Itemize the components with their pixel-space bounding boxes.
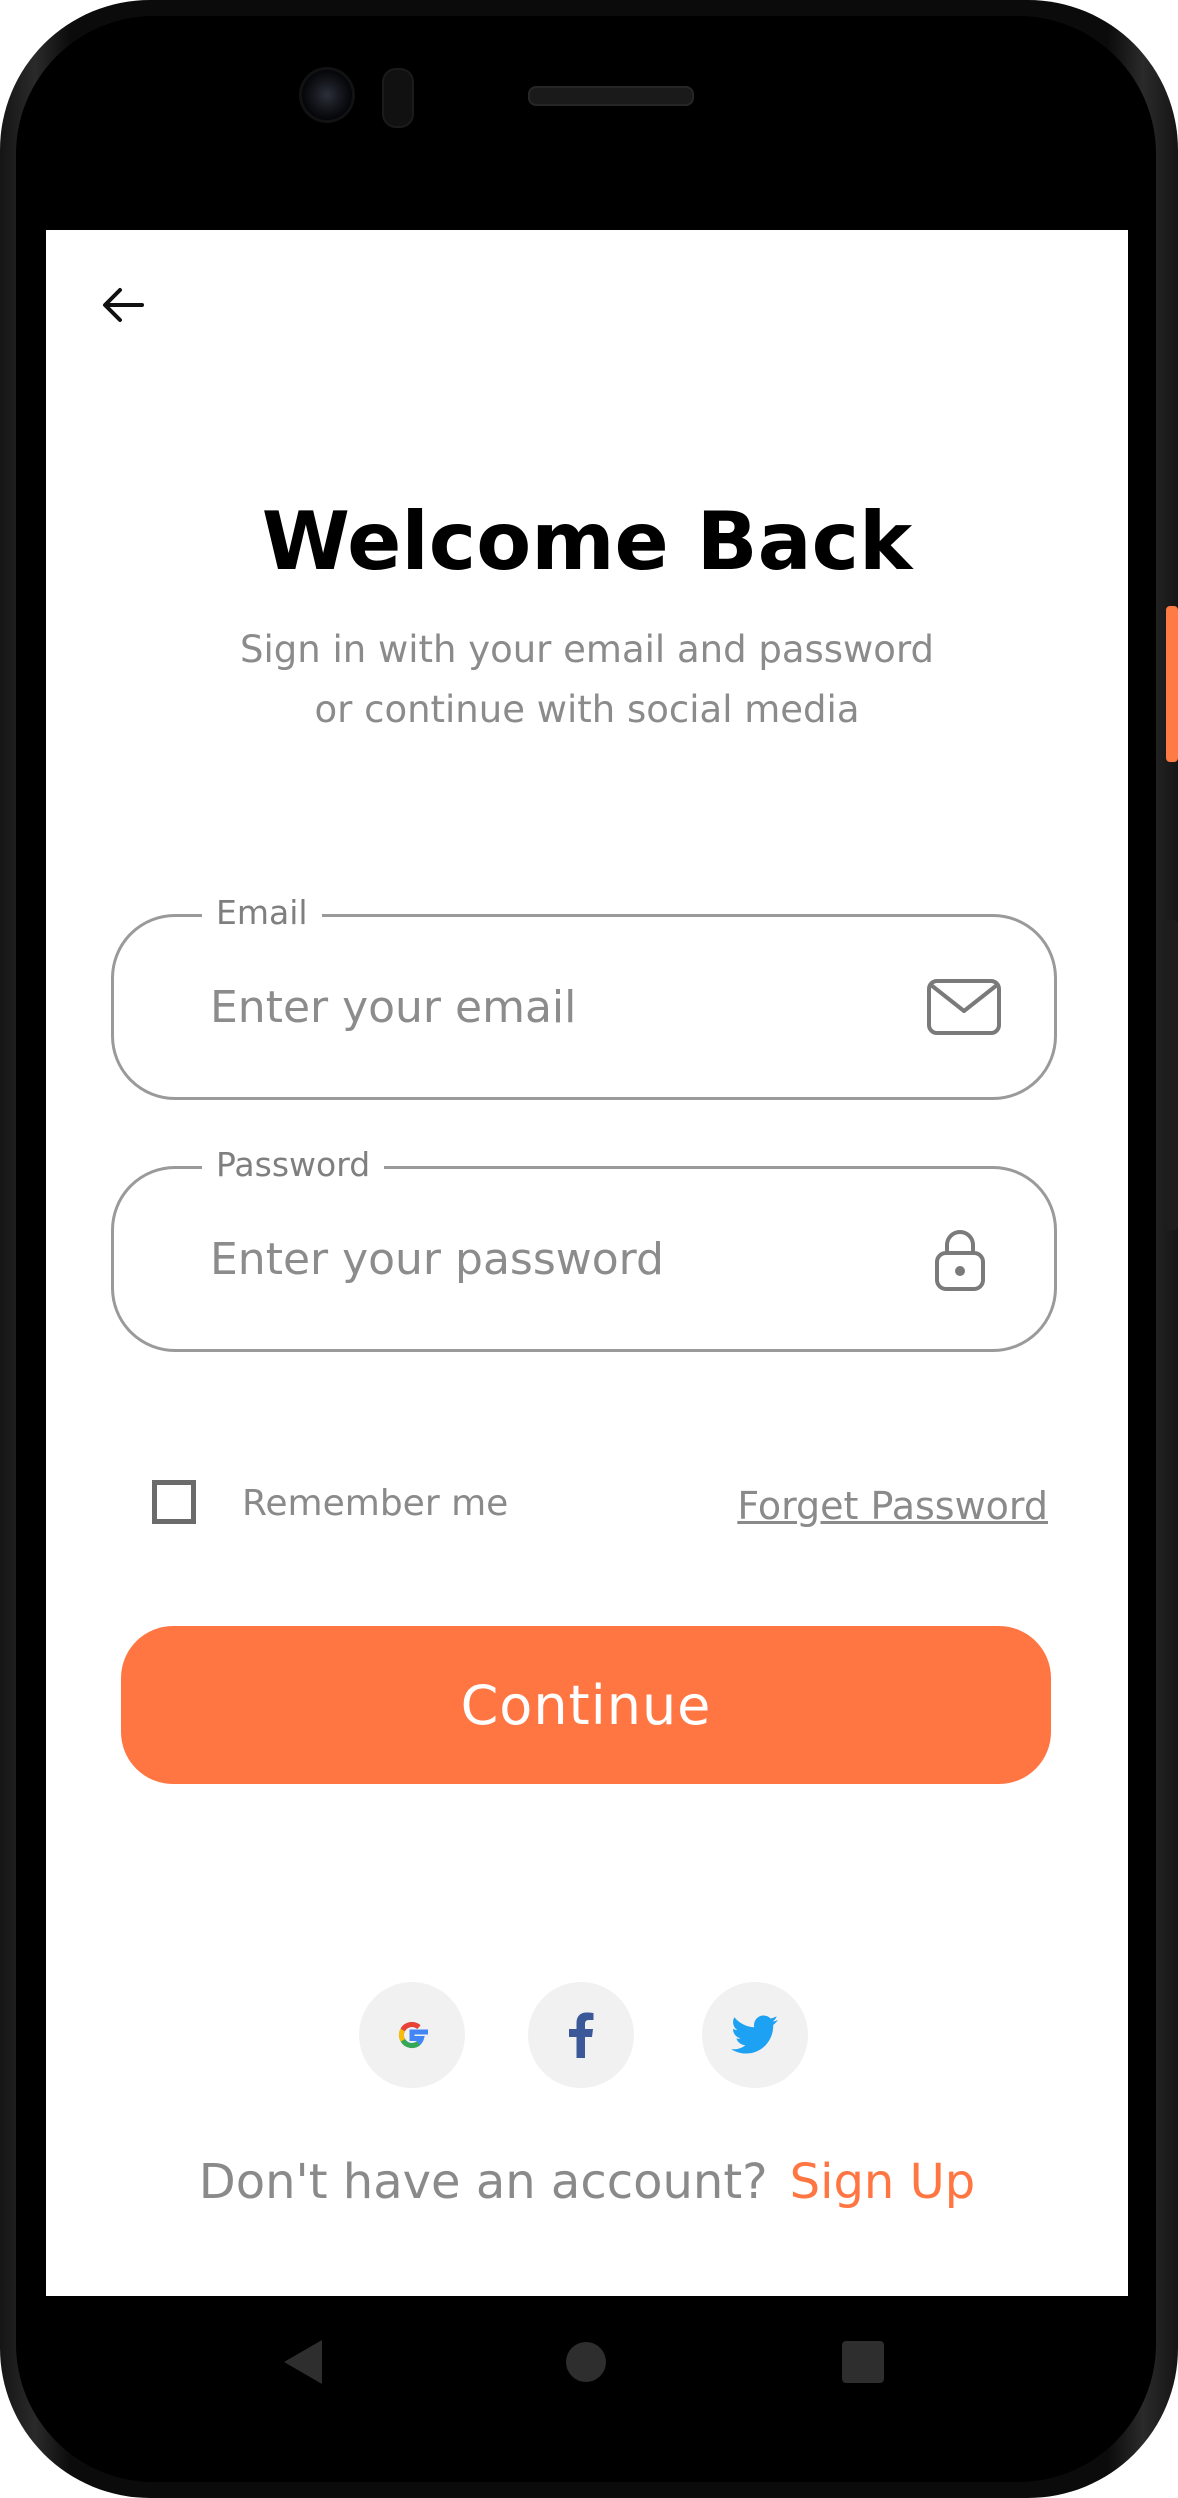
arrow-left-icon[interactable] — [98, 280, 148, 330]
remember-me-checkbox[interactable] — [152, 1480, 196, 1524]
earpiece-speaker — [528, 86, 694, 106]
nav-recent-apps-icon[interactable] — [842, 2341, 884, 2383]
page-title: Welcome Back — [261, 495, 913, 588]
remember-me-label: Remember me — [242, 1483, 509, 1524]
lock-icon — [935, 1230, 985, 1291]
email-input[interactable] — [210, 967, 850, 1047]
subtitle-line-1: Sign in with your email and password — [239, 628, 934, 671]
email-field-label: Email — [202, 891, 322, 935]
google-login-button[interactable] — [359, 1982, 465, 2088]
nav-back-icon[interactable] — [284, 2340, 322, 2384]
password-field[interactable]: Password — [111, 1143, 1057, 1352]
facebook-login-button[interactable] — [528, 1982, 634, 2088]
signup-row: Don't have an account? Sign Up — [46, 2150, 1128, 2214]
power-button — [1166, 606, 1178, 762]
continue-button[interactable]: Continue — [121, 1626, 1051, 1784]
password-field-label: Password — [202, 1143, 385, 1187]
front-camera — [302, 70, 352, 120]
login-screen: Welcome Back Sign in with your email and… — [46, 230, 1128, 2296]
page-subtitle: Sign in with your email and password or … — [46, 620, 1128, 740]
status-bar — [46, 140, 1128, 230]
twitter-icon — [731, 2015, 778, 2054]
signup-prompt: Don't have an account? — [198, 2154, 768, 2210]
forgot-password-link[interactable]: Forget Password — [737, 1482, 1048, 1530]
email-field[interactable]: Email — [111, 891, 1057, 1100]
nav-home-icon[interactable] — [566, 2342, 606, 2382]
proximity-sensor — [382, 68, 414, 128]
google-icon — [398, 2021, 428, 2049]
mail-icon — [927, 979, 1001, 1035]
volume-button — [1166, 920, 1178, 1230]
signup-link[interactable]: Sign Up — [790, 2154, 976, 2210]
facebook-icon — [569, 2012, 594, 2058]
twitter-login-button[interactable] — [702, 1982, 808, 2088]
password-input[interactable] — [210, 1219, 850, 1299]
subtitle-line-2: or continue with social media — [314, 688, 860, 731]
